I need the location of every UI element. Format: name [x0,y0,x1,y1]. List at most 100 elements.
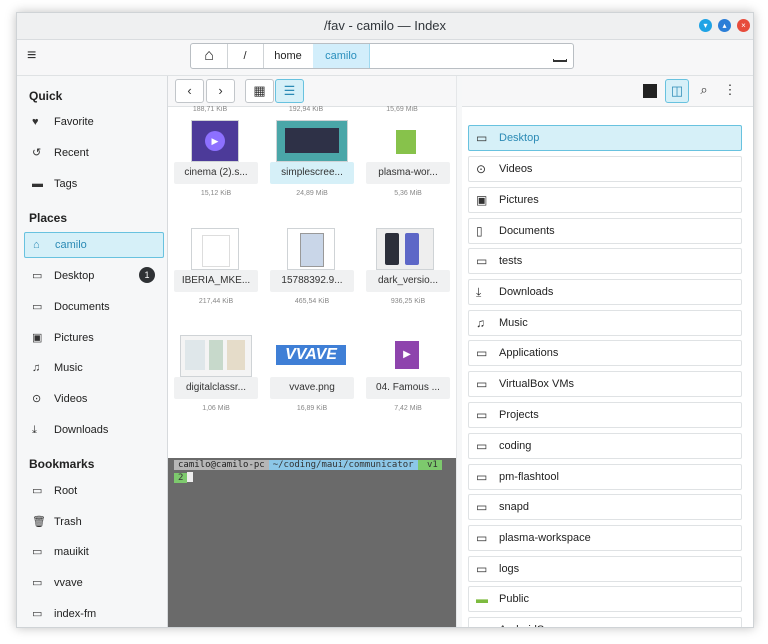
terminal-prompt-line: camilo@camilo-pc ~/coding/maui/communicat… [174,460,442,470]
download-icon: ⤓ [32,424,37,436]
folder-icon: ▭ [476,562,488,576]
breadcrumb-root[interactable]: / [227,44,264,68]
close-button[interactable]: × [737,19,750,32]
videos-icon: ⊙ [32,393,42,405]
file-name: vvave.png [270,377,354,399]
embedded-terminal[interactable]: camilo@camilo-pc ~/coding/maui/communicat… [168,458,456,627]
place-item-pictures[interactable]: ▣ Pictures [468,187,742,213]
file-item[interactable]: digitalclassr... 1,06 MiB [174,335,258,435]
place-item-downloads[interactable]: ⤓ Downloads [468,279,742,305]
file-name: dark_versio... [366,270,450,292]
sidebar-item-index-fm[interactable]: ▭ index-fm [24,602,162,626]
place-item-logs[interactable]: ▭ logs [468,556,742,582]
folder-icon: ▭ [476,500,488,514]
file-item[interactable]: dark_versio... 936,25 KiB [366,228,450,328]
folder-icon: ▭ [32,485,43,497]
image-thumbnail [180,335,252,377]
place-item-coding[interactable]: ▭ coding [468,433,742,459]
place-item-desktop[interactable]: ▭ Desktop [468,125,742,151]
minimize-button[interactable]: ▾ [699,19,712,32]
sidebar-item-music[interactable]: ♫ Music [24,356,162,380]
home-icon: ⌂ [33,239,40,251]
grid-view-icon[interactable]: ▦ [245,79,274,103]
folder-icon: ▭ [32,301,43,313]
places-pane: ◫ ⌕ ⋮ ▭ Desktop ⊙ Videos ▣ Pictures ▯ Docume… [462,76,753,627]
terminal-cursor [187,472,194,482]
file-name: 15788392.9... [270,270,354,292]
sidebar-item-desktop[interactable]: ▭ Desktop 1 [24,264,162,288]
search-icon[interactable]: ⌕ [694,79,714,101]
file-item[interactable]: plasma-wor... 5,36 MiB [366,120,450,220]
breadcrumb[interactable]: ⌂ / home camilo [190,43,574,69]
place-item-applications[interactable]: ▭ Applications [468,340,742,366]
sidebar-item-camilo[interactable]: ⌂ camilo [24,232,164,258]
path-edit-icon[interactable] [553,59,567,62]
terminal-icon[interactable] [640,79,660,101]
file-item[interactable]: simplescree... 24,89 MiB [270,120,354,220]
image-thumbnail [376,228,434,270]
sidebar-item-favorite[interactable]: ♥ Favorite [24,110,162,134]
file-size: 1,06 MiB [202,405,230,412]
place-item-documents[interactable]: ▯ Documents [468,218,742,244]
sidebar-item-trash[interactable]: 🗑 Trash [24,510,162,534]
file-item[interactable]: 15788392.9... 465,54 KiB [270,228,354,328]
sidebar-item-pictures[interactable]: ▣ Pictures [24,326,162,350]
heart-icon: ♥ [32,116,39,128]
document-icon: ▯ [476,224,483,238]
main-toolbar: ≡ ⌂ / home camilo [17,40,753,76]
file-item[interactable]: ▶ cinema (2).s... 15,12 KiB [174,120,258,220]
place-item-plasma-workspace[interactable]: ▭ plasma-workspace [468,525,742,551]
file-size: 936,25 KiB [390,298,426,305]
list-view-icon[interactable]: ☰ [275,79,304,103]
terminal-user: camilo@camilo-pc [174,460,269,470]
file-size: 7,42 MiB [394,405,422,412]
forward-button[interactable]: › [206,79,235,103]
place-item-snapd[interactable]: ▭ snapd [468,494,742,520]
sidebar-item-videos[interactable]: ⊙ Videos [24,387,162,411]
section-bookmarks: Bookmarks [29,457,95,471]
terminal-input-line[interactable]: 2 [174,472,194,483]
file-item[interactable]: VVAVE vvave.png 16,89 KiB [270,335,354,435]
place-item-pm-flashtool[interactable]: ▭ pm-flashtool [468,464,742,490]
file-size: 16,89 KiB [296,405,328,412]
audio-file-icon: ▶ [383,335,429,375]
desktop-icon: ▭ [476,131,488,145]
sidebar-item-recent[interactable]: ↺ Recent [24,141,162,165]
place-item-virtualbox-vms[interactable]: ▭ VirtualBox VMs [468,371,742,397]
folder-icon: ▭ [476,618,487,627]
zip-icon [383,120,429,160]
music-icon: ♫ [32,362,41,374]
file-item[interactable]: IBERIA_MKE... 217,44 KiB [174,228,258,328]
desktop-icon: ▭ [32,270,43,282]
file-item[interactable]: ▶ 04. Famous ... 7,42 MiB [366,335,450,435]
clock-icon: ↺ [32,147,42,159]
breadcrumb-camilo[interactable]: camilo [313,44,370,68]
folder-icon: ▭ [32,577,43,589]
breadcrumb-home[interactable]: home [263,44,314,68]
more-icon[interactable]: ⋮ [720,79,740,101]
file-grid: 188,71 KiB 192,94 KiB 15,69 MiB ▶ cinema… [168,106,456,458]
hamburger-icon[interactable]: ≡ [27,47,36,65]
section-places: Places [29,211,68,225]
place-item-videos[interactable]: ⊙ Videos [468,156,742,182]
place-item-public[interactable]: ▬ Public [468,586,742,612]
sidebar-item-tags[interactable]: ▬ Tags [24,172,162,196]
split-view-icon[interactable]: ◫ [665,79,689,103]
place-item-projects[interactable]: ▭ Projects [468,402,742,428]
sidebar-item-root[interactable]: ▭ Root [24,479,162,503]
place-item-tests[interactable]: ▭ tests [468,248,742,274]
place-item-androidspace[interactable]: ▭AndroidSpace [468,617,742,627]
file-name: 04. Famous ... [366,377,450,399]
sidebar-item-documents[interactable]: ▭ Documents [24,295,162,319]
sidebar-item-mauikit[interactable]: ▭ mauikit [24,540,162,564]
home-icon[interactable]: ⌂ [191,44,228,68]
back-button[interactable]: ‹ [175,79,204,103]
videos-icon: ⊙ [476,162,487,176]
place-item-music[interactable]: ♫ Music [468,310,742,336]
window-title: /fav - camilo — Index [323,18,447,33]
folder-icon: ▭ [476,346,488,360]
folder-green-icon: ▬ [476,592,488,606]
sidebar-item-downloads[interactable]: ⤓ Downloads [24,418,162,442]
sidebar-item-vvave[interactable]: ▭ vvave [24,571,162,595]
maximize-button[interactable]: ▴ [718,19,731,32]
